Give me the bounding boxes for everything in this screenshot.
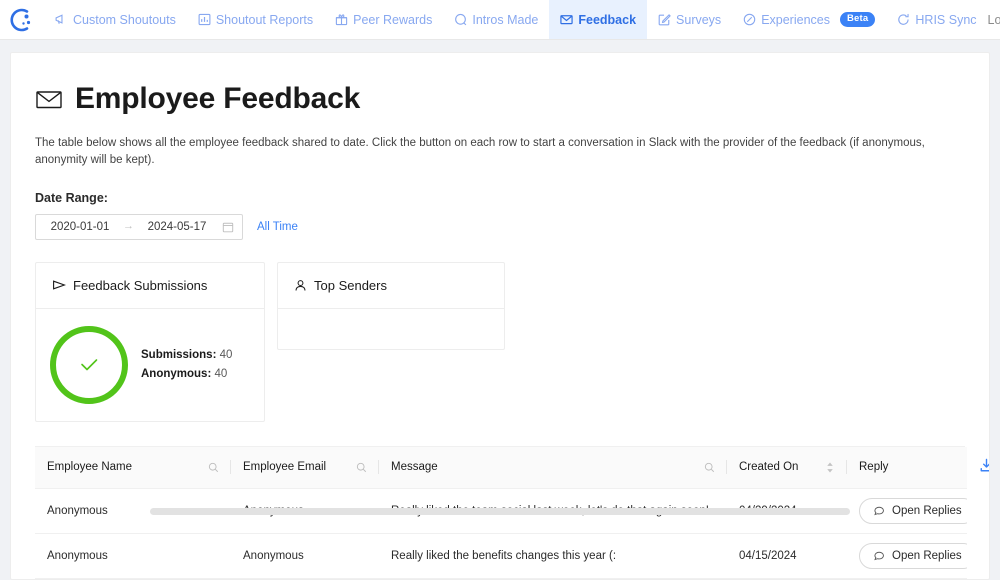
page-title: Employee Feedback (35, 81, 965, 117)
cell-reply: Open Replies (847, 534, 967, 579)
nav-item-shoutout-reports[interactable]: Shoutout Reports (187, 0, 324, 39)
chat-icon (873, 504, 885, 519)
gift-icon (335, 13, 348, 26)
download-icon[interactable] (979, 458, 990, 473)
date-start-input[interactable]: 2020-01-01 (44, 221, 116, 233)
all-time-link[interactable]: All Time (257, 221, 298, 233)
nav-item-peer-rewards[interactable]: Peer Rewards (324, 0, 443, 39)
nav-item-feedback[interactable]: Feedback (549, 0, 647, 39)
user-icon (294, 279, 307, 292)
table-row[interactable]: Anonymous Anonymous Really liked the ben… (35, 534, 967, 579)
app-logo[interactable] (0, 0, 44, 39)
submission-stats: Submissions: 40 Anonymous: 40 (141, 346, 232, 383)
cell-message: Really liked the benefits changes this y… (379, 534, 727, 579)
envelope-icon (560, 13, 573, 26)
megaphone-icon (55, 13, 68, 26)
top-senders-card: Top Senders (277, 262, 505, 350)
stat-submissions: Submissions: 40 (141, 346, 232, 365)
column-header-created-on[interactable]: Created On (727, 447, 847, 489)
cell-created-on: 04/15/2024 (727, 534, 847, 579)
bar-chart-icon (198, 13, 211, 26)
card-title: Top Senders (314, 278, 387, 293)
feedback-submissions-card: Feedback Submissions Submissions: 4 (35, 262, 265, 422)
stat-submissions-label: Submissions: (141, 349, 216, 361)
page-title-text: Employee Feedback (75, 81, 360, 117)
envelope-icon (35, 85, 63, 113)
column-header-message[interactable]: Message (379, 447, 727, 489)
beta-badge: Beta (840, 12, 875, 27)
open-replies-label: Open Replies (892, 505, 962, 517)
nav-label: HRIS Sync (915, 13, 976, 27)
date-end-input[interactable]: 2024-05-17 (141, 221, 213, 233)
sort-icon[interactable] (825, 461, 835, 474)
cell-reply: Open Replies (847, 489, 967, 534)
open-replies-button[interactable]: Open Replies (859, 498, 967, 524)
range-arrow-icon: → (123, 221, 134, 232)
card-header: Feedback Submissions (36, 263, 264, 309)
nav-item-intros-made[interactable]: Intros Made (443, 0, 549, 39)
column-label: Employee Name (47, 461, 132, 473)
nav-item-hris-sync[interactable]: HRIS Sync (886, 0, 987, 39)
page-description: The table below shows all the employee f… (35, 135, 965, 170)
card-body: Submissions: 40 Anonymous: 40 (36, 309, 264, 421)
card-body-empty (278, 309, 504, 349)
check-icon (74, 350, 104, 380)
card-header: Top Senders (278, 263, 504, 309)
calendar-icon[interactable] (222, 221, 234, 233)
column-header-employee-name[interactable]: Employee Name (35, 447, 231, 489)
nav-right-section: Logout (988, 0, 1000, 39)
send-triangle-icon (52, 278, 66, 292)
search-icon[interactable] (704, 462, 715, 473)
nav-label: Shoutout Reports (216, 13, 313, 27)
stat-submissions-value: 40 (220, 349, 233, 361)
horizontal-scrollbar[interactable] (150, 508, 850, 515)
search-icon[interactable] (356, 462, 367, 473)
page-content-card: Employee Feedback The table below shows … (10, 52, 990, 580)
top-navigation-bar: Custom Shoutouts Shoutout Reports Peer R… (0, 0, 1000, 40)
logout-button[interactable]: Logout (988, 13, 1000, 27)
speech-bubble-icon (454, 13, 467, 26)
search-icon[interactable] (208, 462, 219, 473)
nav-label: Surveys (676, 13, 721, 27)
stat-anonymous-label: Anonymous: (141, 368, 211, 380)
stat-cards-row: Feedback Submissions Submissions: 4 (35, 262, 965, 422)
compass-icon (743, 13, 756, 26)
nav-item-experiences[interactable]: Experiences Beta (732, 0, 886, 39)
open-replies-label: Open Replies (892, 550, 962, 562)
cell-employee-email: Anonymous (231, 534, 379, 579)
page-inner: Employee Feedback The table below shows … (11, 53, 989, 579)
column-label: Created On (739, 461, 798, 473)
stat-anonymous-value: 40 (214, 368, 227, 380)
nav-item-custom-shoutouts[interactable]: Custom Shoutouts (44, 0, 187, 39)
table-body: Anonymous Anonymous Really liked the tea… (35, 489, 967, 579)
date-range-row: 2020-01-01 → 2024-05-17 All Time (35, 214, 965, 240)
open-replies-button[interactable]: Open Replies (859, 543, 967, 569)
card-title: Feedback Submissions (73, 278, 207, 293)
refresh-icon (897, 13, 910, 26)
status-ring (50, 326, 128, 404)
nav-label: Peer Rewards (353, 13, 432, 27)
app-logo-smiley-icon (9, 7, 35, 33)
column-label: Employee Email (243, 461, 326, 473)
date-range-picker[interactable]: 2020-01-01 → 2024-05-17 (35, 214, 243, 240)
column-header-reply: Reply (847, 447, 967, 489)
nav-items: Custom Shoutouts Shoutout Reports Peer R… (44, 0, 988, 39)
nav-label: Experiences (761, 13, 830, 27)
table-head: Employee Name Employ (35, 447, 967, 489)
column-label: Message (391, 461, 438, 473)
column-label: Reply (859, 461, 888, 473)
nav-item-surveys[interactable]: Surveys (647, 0, 732, 39)
column-header-employee-email[interactable]: Employee Email (231, 447, 379, 489)
chat-icon (873, 549, 885, 564)
nav-label: Feedback (578, 13, 636, 27)
table-header-row: Employee Name Employ (35, 447, 967, 489)
nav-label: Intros Made (472, 13, 538, 27)
nav-label: Custom Shoutouts (73, 13, 176, 27)
stat-anonymous: Anonymous: 40 (141, 365, 232, 384)
edit-square-icon (658, 13, 671, 26)
date-range-label: Date Range: (35, 191, 965, 205)
cell-employee-name: Anonymous (35, 534, 231, 579)
